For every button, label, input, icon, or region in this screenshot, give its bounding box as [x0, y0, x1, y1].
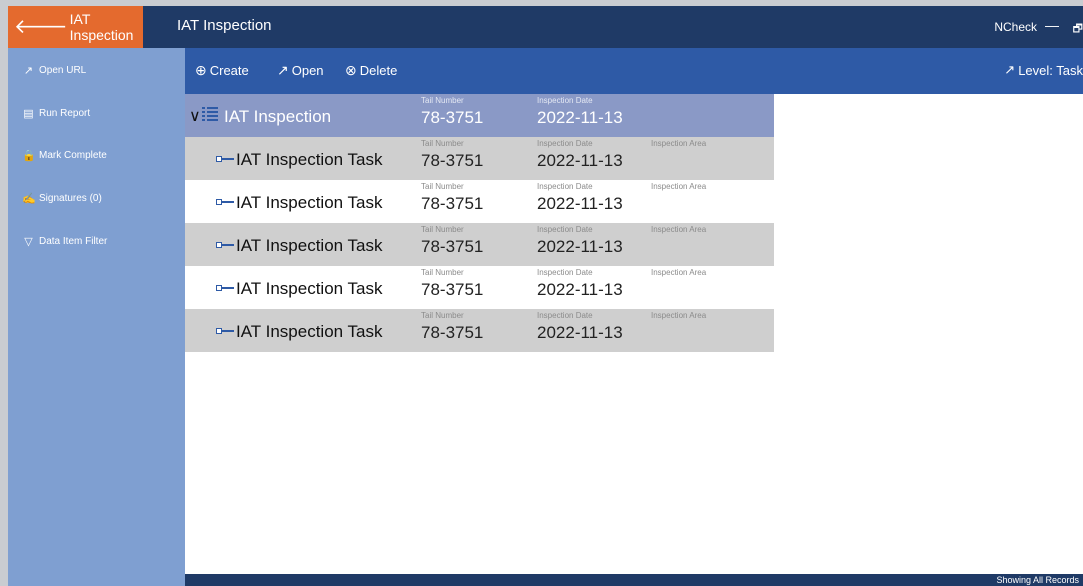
- back-button[interactable]: 🡐 IAT Inspection: [8, 6, 143, 48]
- inspection-date-value: 2022-11-13: [537, 194, 623, 213]
- plus-circle-icon: ⊕: [195, 62, 207, 78]
- minimize-button[interactable]: —: [1045, 17, 1059, 33]
- report-icon: ▤: [23, 108, 34, 120]
- sidebar-item-run-report[interactable]: ▤ Run Report: [22, 107, 90, 120]
- back-arrow-icon: 🡐: [14, 16, 68, 38]
- tail-number-value: 78-3751: [421, 108, 484, 127]
- task-row[interactable]: IAT Inspection Task Tail Number 78-3751 …: [185, 309, 774, 352]
- tail-number-value: 78-3751: [421, 151, 484, 170]
- lock-icon: 🔒: [22, 150, 36, 162]
- status-text: Showing All Records: [996, 575, 1079, 585]
- sidebar-item-label: Mark Complete: [39, 150, 107, 161]
- record-title: IAT Inspection Task: [236, 193, 383, 212]
- record-title: IAT Inspection Task: [236, 322, 383, 341]
- list-icon: [202, 107, 218, 121]
- sidebar-item-label: Signatures (0): [39, 193, 102, 204]
- inspection-date-value: 2022-11-13: [537, 323, 623, 342]
- inspection-date-label: Inspection Date: [537, 182, 593, 191]
- inspection-area-label: Inspection Area: [651, 139, 707, 148]
- inspection-area-label: Inspection Area: [651, 268, 707, 277]
- record-title: IAT Inspection Task: [236, 279, 383, 298]
- tail-number-value: 78-3751: [421, 280, 484, 299]
- external-link-icon: ↗: [277, 62, 289, 78]
- level-selector[interactable]: ↗ Level: Task: [1004, 62, 1083, 78]
- inspection-date-label: Inspection Date: [537, 96, 593, 105]
- external-link-icon: ↗: [1004, 62, 1016, 77]
- task-row[interactable]: IAT Inspection Task Tail Number 78-3751 …: [185, 180, 774, 223]
- sidebar-item-label: Open URL: [39, 65, 87, 76]
- app-window: 🡐 IAT Inspection IAT Inspection NCheck —…: [8, 6, 1083, 586]
- inspection-date-value: 2022-11-13: [537, 108, 623, 127]
- open-button[interactable]: ↗ Open: [277, 62, 324, 79]
- task-icon: [216, 156, 234, 162]
- toolbar: ⊕ Create ↗ Open ⊗ Delete ↗ Level: Task: [185, 48, 1083, 94]
- inspection-date-label: Inspection Date: [537, 311, 593, 320]
- inspection-area-label: Inspection Area: [651, 311, 707, 320]
- status-bar: Showing All Records: [185, 574, 1083, 586]
- inspection-date-label: Inspection Date: [537, 139, 593, 148]
- tail-number-value: 78-3751: [421, 194, 484, 213]
- task-row[interactable]: IAT Inspection Task Tail Number 78-3751 …: [185, 223, 774, 266]
- create-button[interactable]: ⊕ Create: [195, 62, 249, 79]
- title-bar: 🡐 IAT Inspection IAT Inspection NCheck —…: [8, 6, 1083, 48]
- task-icon: [216, 285, 234, 291]
- record-title: IAT Inspection Task: [236, 150, 383, 169]
- inspection-area-label: Inspection Area: [651, 182, 707, 191]
- record-title: IAT Inspection Task: [236, 236, 383, 255]
- sidebar-item-label: Data Item Filter: [39, 236, 108, 247]
- inspection-date-value: 2022-11-13: [537, 237, 623, 256]
- app-name: NCheck: [994, 20, 1037, 34]
- tail-number-label: Tail Number: [421, 311, 464, 320]
- task-icon: [216, 242, 234, 248]
- task-row[interactable]: IAT Inspection Task Tail Number 78-3751 …: [185, 137, 774, 180]
- records-list: ∨ IAT Inspection Tail Number 78-3751 Ins…: [185, 94, 774, 352]
- external-link-icon: ↗: [23, 65, 34, 77]
- sidebar: ↗ Open URL ▤ Run Report 🔒 Mark Complete …: [8, 48, 185, 586]
- signature-icon: ✍: [22, 193, 36, 205]
- page-title: IAT Inspection: [177, 17, 272, 34]
- delete-button-label: Delete: [359, 63, 398, 78]
- record-title: IAT Inspection: [224, 107, 332, 126]
- inspection-date-label: Inspection Date: [537, 225, 593, 234]
- tail-number-label: Tail Number: [421, 139, 464, 148]
- back-button-label: IAT Inspection: [69, 11, 134, 43]
- tail-number-label: Tail Number: [421, 96, 464, 105]
- level-label: Level: Task: [1018, 62, 1083, 78]
- sidebar-item-mark-complete[interactable]: 🔒 Mark Complete: [22, 149, 107, 162]
- inspection-date-value: 2022-11-13: [537, 280, 623, 299]
- inspection-area-label: Inspection Area: [651, 225, 707, 234]
- tail-number-label: Tail Number: [421, 225, 464, 234]
- delete-circle-icon: ⊗: [345, 62, 357, 78]
- tail-number-value: 78-3751: [421, 323, 484, 342]
- inspection-date-label: Inspection Date: [537, 268, 593, 277]
- open-button-label: Open: [291, 63, 324, 78]
- tail-number-value: 78-3751: [421, 237, 484, 256]
- tail-number-label: Tail Number: [421, 182, 464, 191]
- sidebar-item-data-item-filter[interactable]: ▽ Data Item Filter: [22, 235, 107, 248]
- tail-number-label: Tail Number: [421, 268, 464, 277]
- parent-record-row[interactable]: ∨ IAT Inspection Tail Number 78-3751 Ins…: [185, 94, 774, 137]
- filter-icon: ▽: [24, 236, 33, 248]
- restore-button[interactable]: 🗗: [1073, 20, 1083, 39]
- sidebar-item-signatures[interactable]: ✍ Signatures (0): [22, 192, 102, 205]
- sidebar-item-label: Run Report: [39, 108, 91, 119]
- task-row[interactable]: IAT Inspection Task Tail Number 78-3751 …: [185, 266, 774, 309]
- chevron-down-icon[interactable]: ∨: [189, 106, 201, 126]
- create-button-label: Create: [209, 63, 249, 78]
- delete-button[interactable]: ⊗ Delete: [345, 62, 397, 79]
- inspection-date-value: 2022-11-13: [537, 151, 623, 170]
- sidebar-item-open-url[interactable]: ↗ Open URL: [22, 64, 86, 77]
- task-icon: [216, 328, 234, 334]
- task-icon: [216, 199, 234, 205]
